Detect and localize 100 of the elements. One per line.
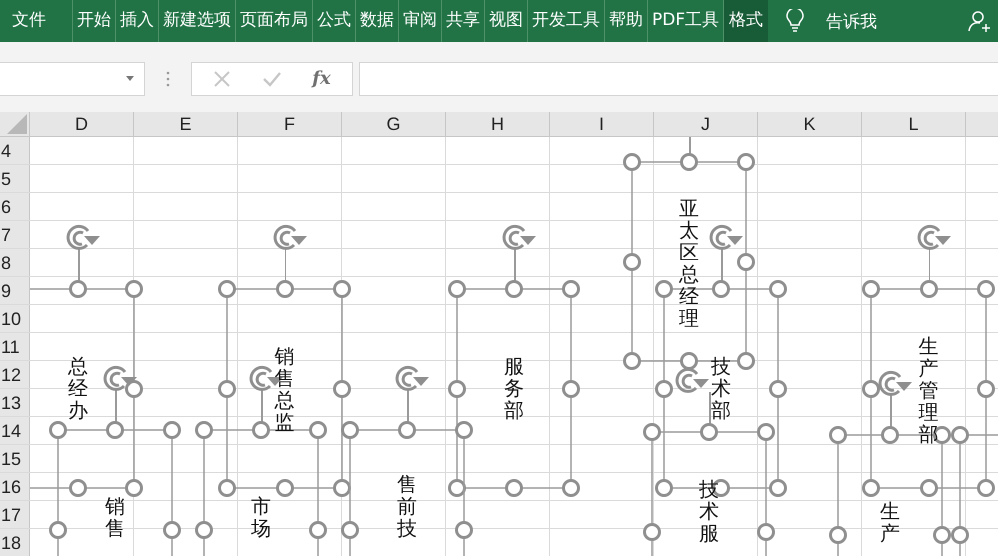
row-header[interactable]: 7 bbox=[0, 221, 30, 248]
sizing-handle[interactable] bbox=[769, 280, 787, 298]
sizing-handle[interactable] bbox=[829, 426, 847, 444]
sizing-handle[interactable] bbox=[106, 421, 124, 439]
sizing-handle[interactable] bbox=[125, 479, 143, 497]
sizing-handle[interactable] bbox=[655, 280, 673, 298]
sizing-handle[interactable] bbox=[862, 280, 880, 298]
sizing-handle[interactable] bbox=[341, 421, 359, 439]
sizing-handle[interactable] bbox=[455, 421, 473, 439]
check-icon[interactable] bbox=[262, 70, 282, 88]
insert-function-button[interactable]: fx bbox=[312, 68, 331, 89]
sizing-handle[interactable] bbox=[455, 520, 473, 538]
sizing-handle[interactable] bbox=[933, 526, 951, 544]
sizing-handle[interactable] bbox=[562, 479, 580, 497]
sizing-handle[interactable] bbox=[309, 520, 327, 538]
sizing-handle[interactable] bbox=[643, 423, 661, 441]
sizing-handle[interactable] bbox=[218, 380, 236, 398]
text-box[interactable] bbox=[651, 431, 767, 556]
row-header[interactable]: 14 bbox=[0, 417, 30, 444]
sizing-handle[interactable] bbox=[333, 280, 351, 298]
sizing-handle[interactable] bbox=[125, 280, 143, 298]
sizing-handle[interactable] bbox=[712, 280, 730, 298]
sizing-handle[interactable] bbox=[69, 280, 87, 298]
lightbulb-icon[interactable] bbox=[786, 9, 804, 33]
sizing-handle[interactable] bbox=[977, 280, 995, 298]
sizing-handle[interactable] bbox=[505, 479, 523, 497]
row-header[interactable]: 15 bbox=[0, 445, 30, 472]
sizing-handle[interactable] bbox=[195, 421, 213, 439]
sizing-handle[interactable] bbox=[737, 153, 755, 171]
sizing-handle[interactable] bbox=[341, 520, 359, 538]
sizing-handle[interactable] bbox=[680, 153, 698, 171]
sizing-handle[interactable] bbox=[333, 479, 351, 497]
sizing-handle[interactable] bbox=[737, 352, 755, 370]
sizing-handle[interactable] bbox=[881, 426, 899, 444]
column-header[interactable]: I bbox=[550, 112, 654, 136]
sizing-handle[interactable] bbox=[195, 520, 213, 538]
sizing-handle[interactable] bbox=[700, 423, 718, 441]
column-header[interactable]: F bbox=[238, 112, 342, 136]
sizing-handle[interactable] bbox=[920, 280, 938, 298]
row-header[interactable]: 12 bbox=[0, 361, 30, 388]
sizing-handle[interactable] bbox=[769, 380, 787, 398]
sizing-handle[interactable] bbox=[398, 421, 416, 439]
sizing-handle[interactable] bbox=[448, 280, 466, 298]
sizing-handle[interactable] bbox=[309, 421, 327, 439]
sizing-handle[interactable] bbox=[643, 522, 661, 540]
ribbon-tab[interactable]: 文件 bbox=[0, 0, 72, 42]
sizing-handle[interactable] bbox=[163, 520, 181, 538]
sizing-handle[interactable] bbox=[680, 352, 698, 370]
column-header[interactable]: H bbox=[446, 112, 550, 136]
sizing-handle[interactable] bbox=[977, 380, 995, 398]
sizing-handle[interactable] bbox=[757, 423, 775, 441]
sizing-handle[interactable] bbox=[276, 479, 294, 497]
sizing-handle[interactable] bbox=[623, 153, 641, 171]
row-header[interactable]: 6 bbox=[0, 193, 30, 220]
row-header[interactable]: 11 bbox=[0, 333, 30, 360]
row-header[interactable]: 8 bbox=[0, 249, 30, 276]
row-header[interactable]: 10 bbox=[0, 305, 30, 332]
row-header[interactable]: 9 bbox=[0, 277, 30, 304]
column-header[interactable]: K bbox=[758, 112, 862, 136]
sizing-handle[interactable] bbox=[862, 380, 880, 398]
column-header[interactable]: J bbox=[654, 112, 758, 136]
row-header[interactable]: 18 bbox=[0, 529, 30, 556]
formula-input[interactable] bbox=[359, 62, 998, 96]
sizing-handle[interactable] bbox=[448, 380, 466, 398]
sizing-handle[interactable] bbox=[333, 380, 351, 398]
row-header[interactable]: 16 bbox=[0, 473, 30, 500]
tell-me-search[interactable]: 告诉我 bbox=[826, 10, 878, 32]
column-header[interactable]: L bbox=[862, 112, 966, 136]
text-box[interactable] bbox=[349, 429, 465, 556]
sizing-handle[interactable] bbox=[769, 479, 787, 497]
sizing-handle[interactable] bbox=[951, 526, 969, 544]
sizing-handle[interactable] bbox=[69, 479, 87, 497]
sizing-handle[interactable] bbox=[218, 280, 236, 298]
sizing-handle[interactable] bbox=[562, 280, 580, 298]
sizing-handle[interactable] bbox=[862, 479, 880, 497]
sizing-handle[interactable] bbox=[737, 252, 755, 270]
sizing-handle[interactable] bbox=[49, 520, 67, 538]
dropdown-caret-icon[interactable] bbox=[126, 76, 134, 81]
sizing-handle[interactable] bbox=[218, 479, 236, 497]
sizing-handle[interactable] bbox=[623, 352, 641, 370]
sizing-handle[interactable] bbox=[623, 252, 641, 270]
sizing-handle[interactable] bbox=[276, 280, 294, 298]
sizing-handle[interactable] bbox=[163, 421, 181, 439]
sizing-handle[interactable] bbox=[757, 522, 775, 540]
sizing-handle[interactable] bbox=[448, 479, 466, 497]
row-header[interactable]: 5 bbox=[0, 165, 30, 192]
drag-handle-icon[interactable] bbox=[166, 70, 170, 86]
sizing-handle[interactable] bbox=[655, 479, 673, 497]
sizing-handle[interactable] bbox=[829, 526, 847, 544]
sizing-handle[interactable] bbox=[252, 421, 270, 439]
row-header[interactable]: 13 bbox=[0, 389, 30, 416]
column-header[interactable]: E bbox=[134, 112, 238, 136]
sizing-handle[interactable] bbox=[505, 280, 523, 298]
row-header[interactable]: 4 bbox=[0, 137, 30, 164]
sizing-handle[interactable] bbox=[562, 380, 580, 398]
sizing-handle[interactable] bbox=[49, 421, 67, 439]
ribbon-tab[interactable]: 格式 bbox=[723, 0, 768, 42]
sizing-handle[interactable] bbox=[920, 479, 938, 497]
column-header[interactable]: D bbox=[30, 112, 134, 136]
sizing-handle[interactable] bbox=[655, 380, 673, 398]
